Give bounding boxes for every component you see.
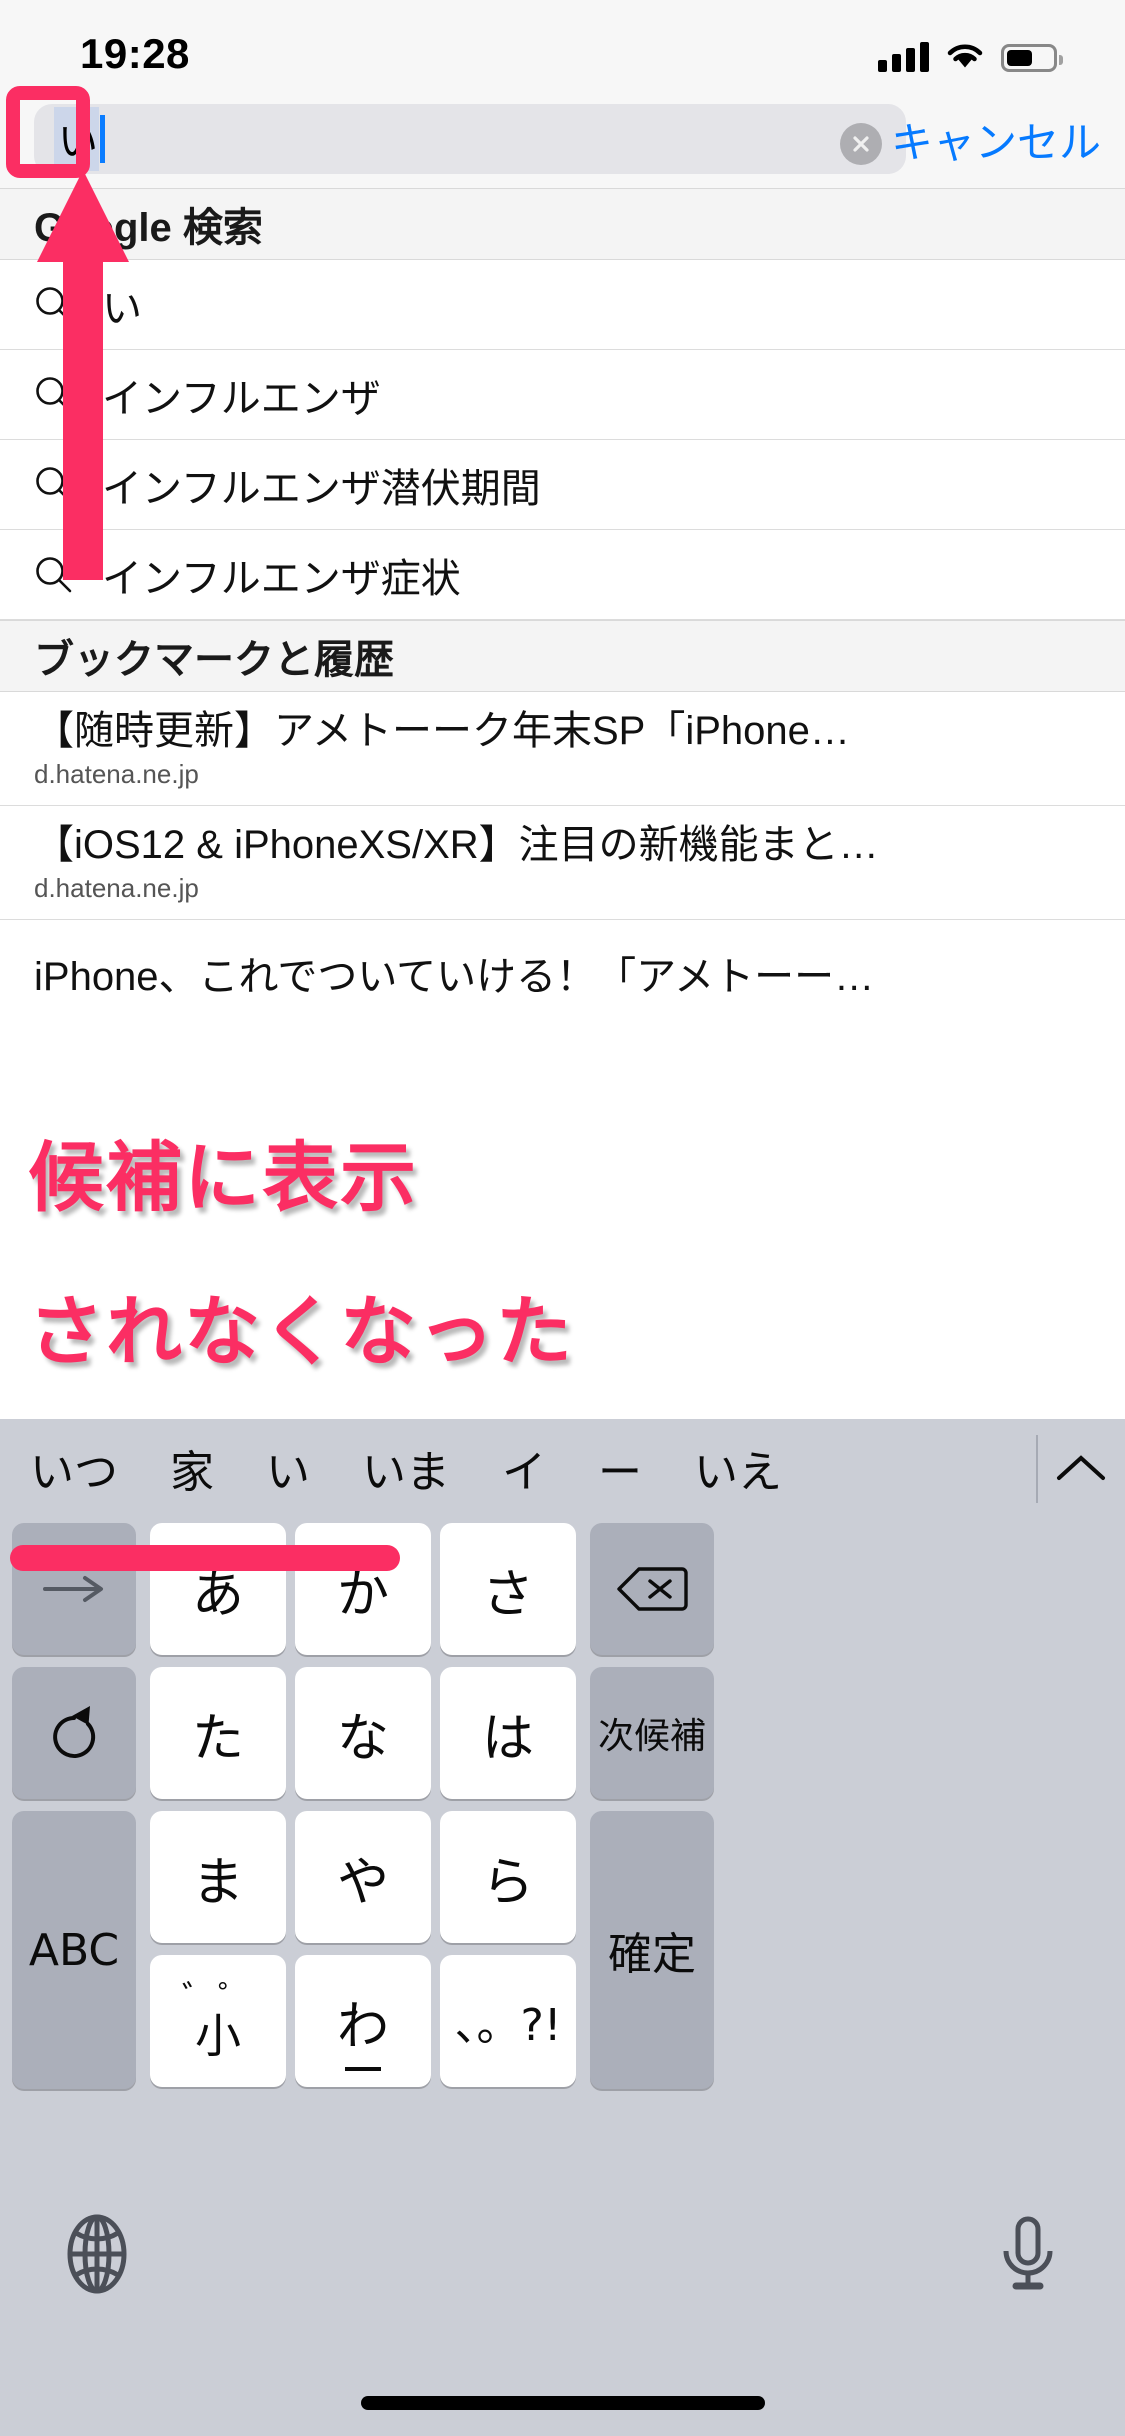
- small-kana-glyph: 小: [195, 2009, 241, 2064]
- upward-arrow: [33, 170, 133, 580]
- keyboard-bottom-bar: [0, 2179, 1125, 2436]
- key-small-dakuten-label: ゛゜ 小: [182, 1982, 254, 2064]
- annotation-line-1: 候補に表示: [21, 1126, 423, 1229]
- suggestion-row[interactable]: インフルエンザ症状: [0, 530, 1125, 620]
- key-a[interactable]: あ: [150, 1523, 286, 1655]
- key-ra[interactable]: ら: [440, 1811, 576, 1943]
- home-indicator: [360, 2396, 765, 2410]
- microphone-icon[interactable]: [985, 2211, 1071, 2297]
- bookmark-url: d.hatena.ne.jp: [34, 760, 199, 789]
- clear-circle-icon[interactable]: [840, 123, 882, 165]
- globe-icon[interactable]: [54, 2211, 140, 2297]
- suggestion-label: インフルエンザ潜伏期間: [102, 466, 541, 511]
- section-header-google-search: Google 検索: [0, 188, 1125, 260]
- candidate-item[interactable]: 家: [144, 1436, 240, 1500]
- japanese-kana-keyboard: いつ 家 い いま イ ー いえ あ か さ た な は 次候補 ABC ま や…: [0, 1419, 1125, 2436]
- key-ta[interactable]: た: [150, 1667, 286, 1799]
- suggestion-label: インフルエンザ: [102, 376, 381, 421]
- key-sa[interactable]: さ: [440, 1523, 576, 1655]
- candidate-list[interactable]: いつ 家 い いま イ ー いえ: [0, 1419, 1038, 1517]
- key-ma[interactable]: ま: [150, 1811, 286, 1943]
- bookmark-title: 【iOS12 & iPhoneXS/XR】注目の新機能まと…: [34, 823, 879, 868]
- candidate-item[interactable]: いえ: [668, 1436, 808, 1500]
- confirm-key[interactable]: 確定: [590, 1811, 714, 2089]
- next-candidate-key[interactable]: 次候補: [590, 1667, 714, 1799]
- undo-icon: [44, 1702, 104, 1764]
- key-punctuation[interactable]: 、。?!: [440, 1955, 576, 2087]
- key-ya[interactable]: や: [295, 1811, 431, 1943]
- bookmark-title: iPhone、これでついていける！「アメトーー…: [34, 955, 875, 999]
- suggestion-label: インフルエンザ症状: [102, 556, 461, 601]
- candidate-bar-underline: [10, 1545, 400, 1571]
- key-ha[interactable]: は: [440, 1667, 576, 1799]
- search-input[interactable]: い: [34, 104, 906, 174]
- candidate-bar: いつ 家 い いま イ ー いえ: [0, 1419, 1125, 1517]
- candidate-item[interactable]: ー: [572, 1436, 668, 1500]
- status-bar-time: 19:28: [80, 30, 190, 77]
- cancel-button[interactable]: キャンセル: [891, 90, 1101, 188]
- key-na[interactable]: な: [295, 1667, 431, 1799]
- key-wa[interactable]: わ: [295, 1955, 431, 2087]
- wifi-icon: [945, 40, 985, 72]
- keyboard-keys: あ か さ た な は 次候補 ABC ま や ら 確定 ゛゜ 小 わ 、。?!: [0, 1517, 1125, 2179]
- suggestion-row[interactable]: インフルエンザ潜伏期間: [0, 440, 1125, 530]
- key-small-dakuten[interactable]: ゛゜ 小: [150, 1955, 286, 2087]
- bookmark-row[interactable]: 【iOS12 & iPhoneXS/XR】注目の新機能まと… d.hatena.…: [0, 806, 1125, 920]
- bookmark-url: d.hatena.ne.jp: [34, 874, 199, 903]
- cursor-right-key[interactable]: [12, 1523, 136, 1655]
- undo-key[interactable]: [12, 1667, 136, 1799]
- candidate-item[interactable]: イ: [476, 1436, 572, 1500]
- delete-key[interactable]: [590, 1523, 714, 1655]
- candidate-item[interactable]: いつ: [0, 1436, 144, 1500]
- suggestion-row[interactable]: インフルエンザ: [0, 350, 1125, 440]
- search-bar: い キャンセル: [0, 90, 1125, 188]
- status-bar: 19:28: [0, 0, 1125, 90]
- bookmark-title: 【随時更新】アメトーーク年末SP「iPhone…: [34, 709, 850, 754]
- section-header-bookmarks-history: ブックマークと履歴: [0, 620, 1125, 692]
- bookmark-row[interactable]: 【随時更新】アメトーーク年末SP「iPhone… d.hatena.ne.jp: [0, 692, 1125, 806]
- suggestion-row[interactable]: い: [0, 260, 1125, 350]
- abc-key[interactable]: ABC: [12, 1811, 136, 2089]
- bookmark-row[interactable]: iPhone、これでついていける！「アメトーー…: [0, 920, 1125, 1034]
- battery-icon: [1001, 44, 1063, 72]
- text-caret: [100, 115, 105, 163]
- candidate-item[interactable]: いま: [336, 1436, 476, 1500]
- status-bar-indicators: [878, 28, 1063, 72]
- underscore-glyph: [345, 2067, 381, 2071]
- key-wa-label: わ: [336, 1996, 389, 2057]
- search-results-list[interactable]: Google 検索 い インフルエンザ インフルエンザ潜伏期間 インフルエンザ症…: [0, 188, 1125, 1419]
- delete-backward-icon: [616, 1564, 688, 1614]
- chevron-up-icon[interactable]: [1037, 1419, 1125, 1517]
- composing-text: い: [54, 107, 99, 171]
- candidate-item[interactable]: い: [240, 1436, 336, 1500]
- annotation-line-2: されなくなった: [21, 1280, 579, 1383]
- key-ka[interactable]: か: [295, 1523, 431, 1655]
- arrow-right-icon: [41, 1572, 107, 1606]
- cellular-signal-icon: [878, 40, 929, 72]
- search-input-value: い: [54, 104, 105, 174]
